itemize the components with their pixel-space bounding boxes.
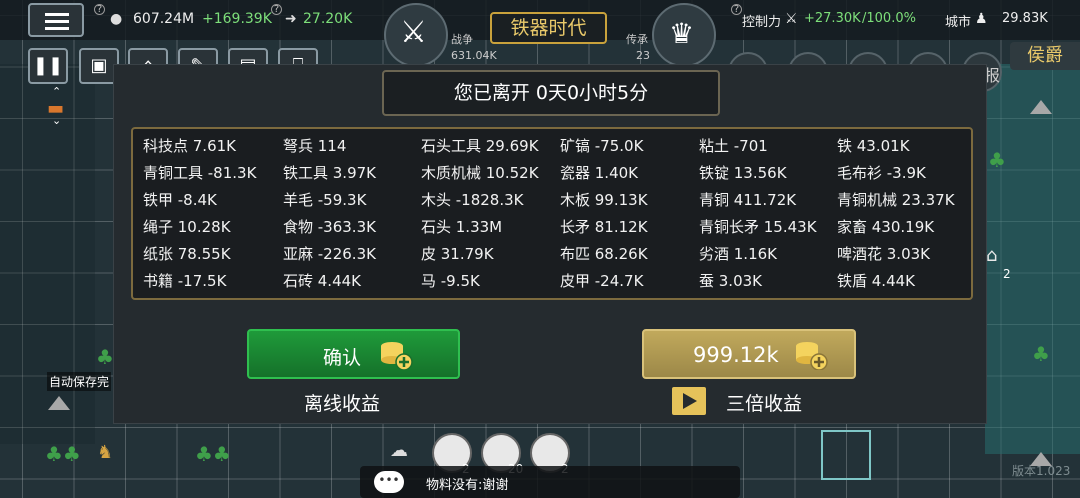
resource-entry: 木板 99.13K [560,191,648,209]
triple-earnings-button[interactable]: 999.12k [642,329,856,379]
era-title[interactable]: 铁器时代 [490,12,607,44]
resource-entry: 石头 1.33M [421,218,503,236]
heritage-value: 23 [636,49,650,62]
population-icon: ♟ [975,11,988,27]
resource-entry: 羊毛 -59.3K [283,191,367,209]
sheep-icon[interactable]: ☁ [390,440,408,461]
resource-entry: 青铜长矛 15.43K [699,218,817,236]
chevron-up-icon: ⌃ [52,85,62,98]
resource-entry: 布匹 68.26K [560,245,648,263]
resource-entry: 劣酒 1.16K [699,245,778,263]
resource-entry: 石砖 4.44K [283,272,362,290]
resource-entry: 矿镐 -75.0K [560,137,644,155]
gold-icon: ● [110,11,123,27]
culture-icon: ➜ [285,11,297,27]
resource-entry: 木头 -1828.3K [421,191,524,209]
heritage-button[interactable]: ♛ [652,3,716,67]
horse-icon[interactable]: ♞ [97,442,113,463]
resource-entry: 纸张 78.55K [143,245,231,263]
resource-entry: 皮甲 -24.7K [560,272,644,290]
culture-amount: 27.20K [303,11,353,27]
map-right-area [985,64,1080,454]
resource-entry: 铁甲 -8.4K [143,191,217,209]
map-selection [821,430,871,480]
building-count: 2 [1003,267,1011,281]
coins-plus-icon [381,342,413,370]
chat-message: 物料没有:谢谢 [426,478,509,493]
resource-entry: 瓷器 1.40K [560,164,639,182]
version-label: 版本1.023 [1012,464,1071,478]
help-icon[interactable]: ? [731,4,742,15]
forest-icon[interactable]: ♣ [1032,342,1050,366]
resource-entry: 木质机械 10.52K [421,164,539,182]
resource-entry: 青铜机械 23.37K [837,191,955,209]
resource-entry: 毛布衫 -3.9K [837,164,926,182]
war-button[interactable]: ⚔ [384,3,448,67]
building-icon[interactable]: ⌂ [986,245,997,266]
offline-earnings-label: 离线收益 [304,393,381,415]
triple-earnings-value: 999.12k [693,343,779,367]
crown-icon: ♛ [669,17,695,50]
resource-entry: 青铜工具 -81.3K [143,164,257,182]
resource-entry: 食物 -363.3K [283,218,376,236]
resource-entry: 青铜 411.72K [699,191,797,209]
heritage-label: 传承 [626,33,648,46]
mountain-icon[interactable] [48,396,70,410]
war-value: 631.04K [451,49,497,62]
control-label: 控制力 [742,15,782,30]
menu-button[interactable] [28,3,84,37]
control-rate: +27.30K [804,11,861,26]
resource-entry: 铁 43.01K [837,137,910,155]
resource-entry: 啤酒花 3.03K [837,245,931,263]
resource-entry: 铁工具 3.97K [283,164,377,182]
resource-list: 科技点 7.61K 弩兵 114 石头工具 29.69K 矿镐 -75.0K 粘土 -7… [131,127,973,300]
chat-bar[interactable]: ••• 物料没有:谢谢 [360,466,740,498]
help-icon[interactable]: ? [271,4,282,15]
rank-badge[interactable]: 侯爵 [1010,42,1080,70]
triple-earnings-label: 三倍收益 [726,393,803,415]
resource-entry: 马 -9.5K [421,272,480,290]
resource-entry: 家畜 430.19K [837,218,935,236]
offline-earnings-dialog: 您已离开 0天0小时5分 科技点 7.61K 弩兵 114 石头工具 29.69K 矿… [113,64,987,424]
gold-rate: +169.39K [202,11,272,27]
game-screen: ▬ ⌃ ⌄ ♣♣ ♣♣ ♣ ♞ ☁ ♣ ⌂ 2 ♣ 自动保存完 版本1.023 … [0,0,1080,498]
confirm-label: 确认 [323,347,362,369]
resource-entry: 铁盾 4.44K [837,272,916,290]
confirm-button[interactable]: 确认 [247,329,460,379]
resource-entry: 亚麻 -226.3K [283,245,376,263]
city-label: 城市 [945,15,972,30]
resource-entry: 蚕 3.03K [699,272,763,290]
mountain-icon[interactable] [1030,100,1052,114]
dialog-title: 您已离开 0天0小时5分 [382,70,720,116]
war-label: 战争 [451,33,473,46]
resource-entry: 长矛 81.12K [560,218,648,236]
resource-entry: 皮 31.79K [421,245,494,263]
video-icon [672,387,706,415]
resource-entry: 石头工具 29.69K [421,137,539,155]
resource-entry: 铁锭 13.56K [699,164,787,182]
resource-entry: 绳子 10.28K [143,218,231,236]
chevron-down-icon: ⌄ [52,114,62,127]
forest-icon[interactable]: ♣♣ [195,442,231,466]
control-icon: ⚔ [785,11,798,27]
resource-entry: 书籍 -17.5K [143,272,227,290]
forest-icon[interactable]: ♣♣ [45,442,81,466]
coins-plus-icon [796,342,828,370]
pause-button[interactable]: ❚❚ [28,48,68,84]
chat-bubble-icon[interactable]: ••• [374,471,404,493]
resource-entry: 科技点 7.61K [143,137,237,155]
resource-entry: 弩兵 114 [283,137,347,155]
help-icon[interactable]: ? [94,4,105,15]
forest-icon[interactable]: ♣ [96,345,114,369]
city-population: 29.83K [1002,11,1048,26]
resource-entry: 粘土 -701 [699,137,768,155]
autosave-notice: 自动保存完 [47,372,112,391]
control-percent: /100.0% [862,11,916,26]
forest-icon[interactable]: ♣ [988,148,1006,172]
gold-amount: 607.24M [133,11,195,27]
crossed-swords-icon: ⚔ [400,15,427,50]
